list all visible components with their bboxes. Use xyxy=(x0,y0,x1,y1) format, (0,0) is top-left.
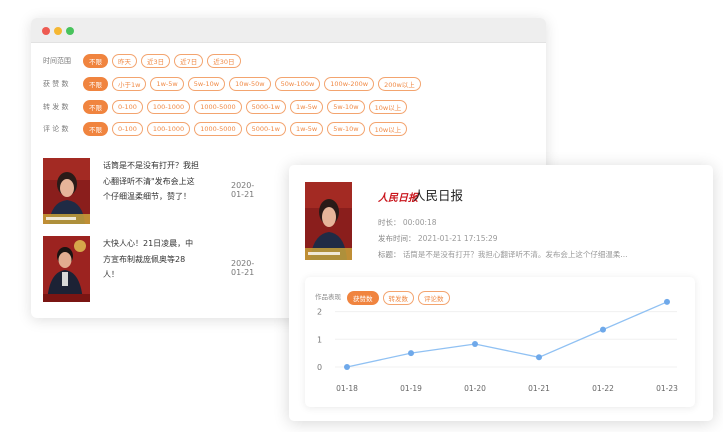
filter-option-chip[interactable]: 不限 xyxy=(83,100,108,114)
source-name: 人民日报 xyxy=(413,188,464,203)
news-date: 2020-01-21 xyxy=(231,181,255,199)
filter-option-chip[interactable]: 100-1000 xyxy=(146,122,191,136)
news-title[interactable]: 话筒是不是没有打开？我担心翻译听不清"发布会上这个仔细温柔细节，赞了！ xyxy=(103,158,201,205)
filter-option-chip[interactable]: 100w-200w xyxy=(324,77,375,91)
filter-option-chip[interactable]: 5000-1w xyxy=(245,100,286,114)
minimize-window-button[interactable] xyxy=(54,27,62,35)
duration-row: 时长： 00:00:18 xyxy=(378,217,437,228)
data-point[interactable] xyxy=(600,326,606,333)
x-tick-label: 01-18 xyxy=(336,384,358,393)
filter-option-chip[interactable]: 0-100 xyxy=(112,100,143,114)
video-detail-card: 人民日报 人民日报 时长： 00:00:18 发布时间： 2021-01-21 … xyxy=(289,165,713,421)
data-point[interactable] xyxy=(472,341,478,348)
filter-row: 评 论 数 不限 0-100 100-1000 1000-5000 5000-1w 1w-5… xyxy=(43,122,411,136)
y-tick-label: 2 xyxy=(317,308,322,317)
filter-option-chip[interactable]: 100-1000 xyxy=(146,100,191,114)
title-value: 话筒是不是没有打开？我担心翻译听不清。发布会上这个仔细温柔... xyxy=(402,250,628,259)
news-date: 2020-01-21 xyxy=(231,259,255,277)
filter-option-chip[interactable]: 1000-5000 xyxy=(194,100,242,114)
chart-metric-tab[interactable]: 评论数 xyxy=(418,291,450,305)
filter-row: 转 发 数 不限 0-100 100-1000 1000-5000 5000-1w 1w-5… xyxy=(43,100,411,114)
title-row: 标题： 话筒是不是没有打开？我担心翻译听不清。发布会上这个仔细温柔... xyxy=(378,249,628,260)
chart-toolbar-label: 作品表现 xyxy=(315,292,341,301)
news-thumbnail[interactable] xyxy=(43,236,90,302)
filter-label: 获 赞 数 xyxy=(43,80,69,88)
x-tick-label: 01-20 xyxy=(464,384,486,393)
y-tick-label: 0 xyxy=(317,363,322,372)
title-label: 标题： xyxy=(378,250,401,259)
filter-option-chip[interactable]: 1000-5000 xyxy=(194,122,242,136)
x-tick-label: 01-23 xyxy=(656,384,678,393)
x-tick-label: 01-19 xyxy=(400,384,422,393)
chart-metric-tab[interactable]: 获赞数 xyxy=(347,291,379,305)
filter-option-chip[interactable]: 近30日 xyxy=(207,54,241,68)
filter-label: 转 发 数 xyxy=(43,103,69,111)
chart-toolbar: 作品表现 获赞数 转发数 评论数 xyxy=(315,286,454,305)
filter-option-chip[interactable]: 1w-5w xyxy=(289,122,324,136)
filter-option-chip[interactable]: 200w以上 xyxy=(378,77,421,91)
filter-option-chip[interactable]: 1w-5w xyxy=(150,77,184,91)
filter-row: 获 赞 数 不限 小于1w 1w-5w 5w-10w 10w-50w 50w-100w 100… xyxy=(43,77,425,91)
x-tick-label: 01-22 xyxy=(592,384,614,393)
filter-option-chip[interactable]: 5w-10w xyxy=(327,100,365,114)
y-tick-label: 1 xyxy=(317,335,322,344)
filter-row: 时间范围 不限 昨天 近3日 近7日 近30日 xyxy=(43,54,245,68)
window-titlebar xyxy=(31,18,546,43)
duration-value: 00:00:18 xyxy=(402,218,437,227)
close-window-button[interactable] xyxy=(42,27,50,35)
filter-option-chip[interactable]: 5w-10w xyxy=(187,77,226,91)
filter-option-chip[interactable]: 10w以上 xyxy=(368,100,408,114)
data-point[interactable] xyxy=(664,298,670,305)
filter-option-chip[interactable]: 0-100 xyxy=(112,122,143,136)
filter-option-chip[interactable]: 5000-1w xyxy=(245,122,286,136)
filter-label: 评 论 数 xyxy=(43,125,69,133)
filter-option-chip[interactable]: 昨天 xyxy=(112,54,137,68)
duration-label: 时长： xyxy=(378,218,401,227)
filter-option-chip[interactable]: 不限 xyxy=(83,77,108,91)
publish-time-label: 发布时间： xyxy=(378,234,416,243)
filter-option-chip[interactable]: 近7日 xyxy=(174,54,204,68)
filter-option-chip[interactable]: 近3日 xyxy=(141,54,171,68)
filter-option-chip[interactable]: 5w-10w xyxy=(327,122,365,136)
maximize-window-button[interactable] xyxy=(66,27,74,35)
data-point[interactable] xyxy=(408,350,414,357)
filter-option-chip[interactable]: 1w-5w xyxy=(289,100,324,114)
brand-logo: 人民日报 xyxy=(378,193,418,204)
data-point[interactable] xyxy=(536,354,542,361)
publish-time-value: 2021-01-21 17:15:29 xyxy=(417,234,498,243)
filter-option-chip[interactable]: 不限 xyxy=(83,122,108,136)
news-title[interactable]: 大快人心！21日凌晨，中方宣布制裁庞佩奥等28人！ xyxy=(103,236,201,283)
filter-option-chip[interactable]: 50w-100w xyxy=(274,77,321,91)
x-tick-label: 01-21 xyxy=(528,384,550,393)
chart-metric-tabs: 获赞数 转发数 评论数 xyxy=(347,286,454,305)
filter-option-chip[interactable]: 小于1w xyxy=(112,77,147,91)
news-thumbnail[interactable] xyxy=(43,158,90,224)
data-point[interactable] xyxy=(344,364,350,370)
filter-option-chip[interactable]: 10w-50w xyxy=(229,77,271,91)
video-thumbnail[interactable] xyxy=(305,182,352,260)
performance-chart-panel: 0 1 2 01-18 01-19 01-20 01-21 01-22 01-23 作品表现 获… xyxy=(305,277,695,407)
filter-label: 时间范围 xyxy=(43,57,71,65)
publish-time-row: 发布时间： 2021-01-21 17:15:29 xyxy=(378,233,498,244)
chart-metric-tab[interactable]: 转发数 xyxy=(382,291,414,305)
filter-option-chip[interactable]: 10w以上 xyxy=(368,122,408,136)
filter-option-chip[interactable]: 不限 xyxy=(83,54,108,68)
